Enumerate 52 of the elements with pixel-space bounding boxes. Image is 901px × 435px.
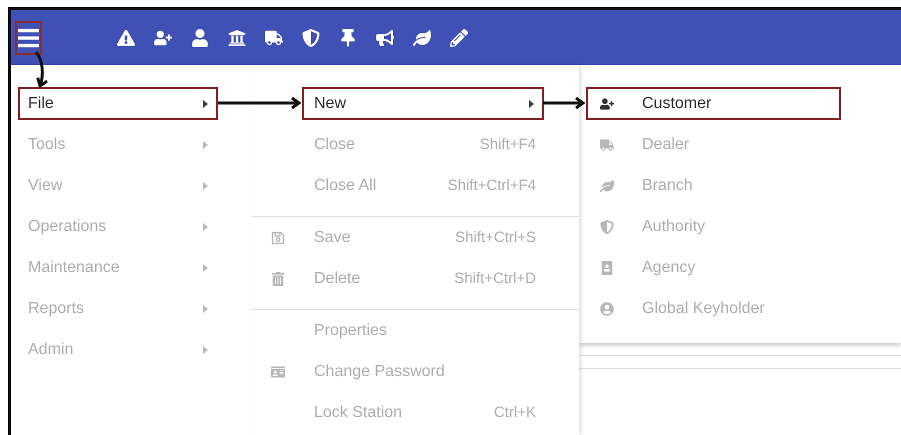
submenu-caret-icon <box>203 222 208 230</box>
menu-item[interactable]: Branch <box>586 169 841 202</box>
menu-item[interactable]: Close All Shift+Ctrl+F4 <box>302 169 544 202</box>
menu-button[interactable] <box>15 20 42 54</box>
menu-item[interactable]: Operations <box>18 210 218 243</box>
menu-item[interactable]: New <box>302 87 544 120</box>
id-card-icon <box>271 364 285 378</box>
add-user-icon <box>154 28 172 46</box>
warning-icon <box>117 28 135 46</box>
annotation-arrow <box>543 96 584 110</box>
shield-icon <box>302 28 320 46</box>
bank-icon <box>228 28 246 46</box>
pin-icon <box>339 28 357 46</box>
portrait-icon <box>600 260 614 274</box>
menu-item[interactable]: View <box>18 169 218 202</box>
submenu-caret-icon <box>203 346 208 354</box>
add-user-icon <box>600 96 614 110</box>
leaf-icon <box>413 28 431 46</box>
user-icon <box>191 28 209 46</box>
submenu-caret-icon <box>203 304 208 312</box>
menu-item[interactable]: Agency <box>586 251 841 284</box>
annotation-arrow <box>34 51 48 88</box>
toolbar-button[interactable] <box>449 26 469 48</box>
truck-icon <box>265 28 283 46</box>
menu-item[interactable]: Tools <box>18 128 218 161</box>
submenu-caret-icon <box>203 100 208 108</box>
menu-item[interactable]: Customer <box>586 87 841 120</box>
toolbar-button[interactable] <box>190 26 210 48</box>
pencil-icon <box>450 28 468 46</box>
toolbar-button[interactable] <box>301 26 321 48</box>
menu-item[interactable]: Global Keyholder <box>586 292 841 325</box>
trash-icon <box>271 272 285 286</box>
menu-item[interactable]: Save Shift+Ctrl+S <box>302 221 544 254</box>
submenu-caret-icon <box>203 182 208 190</box>
save-icon <box>271 230 285 244</box>
truck-icon <box>600 138 614 152</box>
menu-item[interactable]: Dealer <box>586 128 841 161</box>
menu-item[interactable]: Close Shift+F4 <box>302 128 544 161</box>
submenu-caret-icon <box>203 140 208 148</box>
submenu-caret-icon <box>203 264 208 272</box>
megaphone-icon <box>376 28 394 46</box>
leaf-icon <box>600 178 614 192</box>
menu-item[interactable]: File <box>18 87 218 120</box>
menu-item[interactable]: Authority <box>586 210 841 243</box>
menu-item[interactable]: Delete Shift+Ctrl+D <box>302 262 544 295</box>
menu-item[interactable]: Admin <box>18 333 218 366</box>
menu-item[interactable]: Properties <box>302 314 544 347</box>
menu-item[interactable]: Reports <box>18 292 218 325</box>
menu-item[interactable]: Maintenance <box>18 251 218 284</box>
menu-item[interactable]: Lock Station Ctrl+K <box>302 396 544 429</box>
shield-icon <box>600 220 614 234</box>
menu-item[interactable]: Change Password <box>302 355 544 388</box>
